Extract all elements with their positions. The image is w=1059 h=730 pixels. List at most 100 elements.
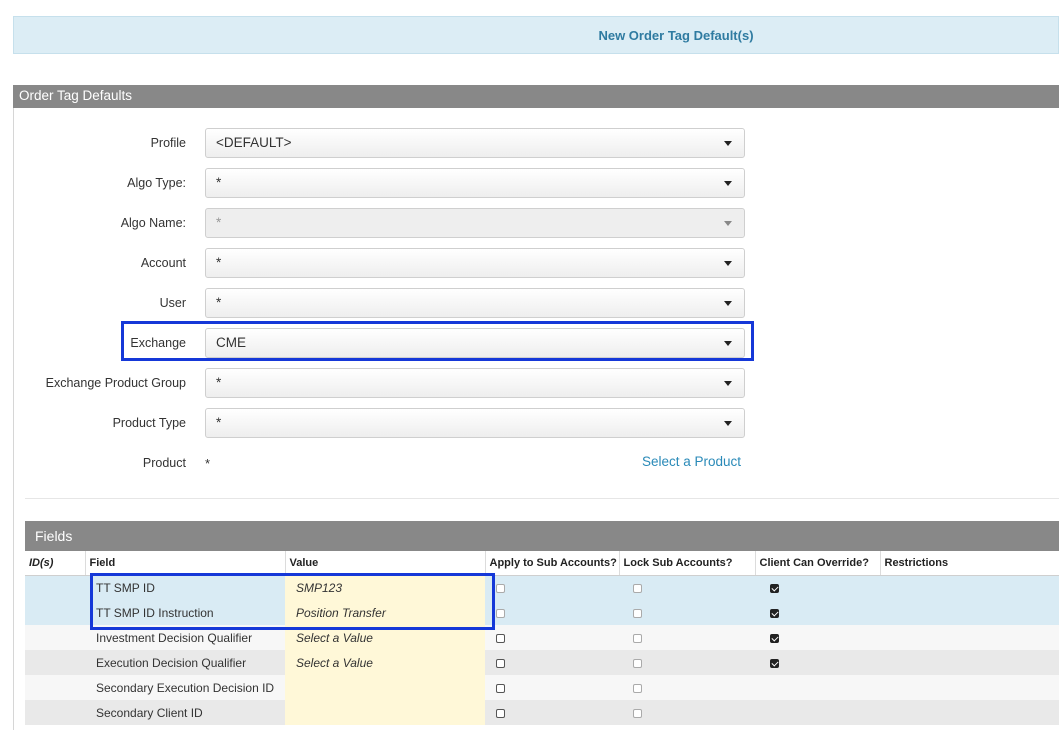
column-header-client-override[interactable]: Client Can Override? xyxy=(755,551,881,576)
fields-header: Fields xyxy=(25,521,1059,551)
ids-cell xyxy=(25,625,85,650)
field-cell: TT SMP ID xyxy=(85,575,285,600)
algo-name-value: * xyxy=(216,215,222,230)
algo-name-select: * xyxy=(205,208,745,238)
user-row: User * xyxy=(14,288,774,318)
client-override-cell xyxy=(755,675,880,700)
product-row: Product * Select a Product xyxy=(14,448,774,478)
lock-sub-checkbox[interactable] xyxy=(633,658,642,668)
ids-cell xyxy=(25,600,85,625)
table-row[interactable]: Secondary Execution Decision ID xyxy=(25,675,1059,700)
algo-type-row: Algo Type: * xyxy=(14,168,774,198)
chevron-down-icon xyxy=(724,261,732,266)
restrictions-cell xyxy=(880,675,1059,700)
value-cell[interactable] xyxy=(285,700,485,725)
product-label: Product xyxy=(142,456,186,470)
column-header-lock-sub[interactable]: Lock Sub Accounts? xyxy=(619,551,756,576)
algo-name-label: Algo Name: xyxy=(120,216,186,230)
field-cell: Execution Decision Qualifier xyxy=(85,650,285,675)
client-override-checkbox[interactable] xyxy=(770,658,779,668)
lock-sub-cell xyxy=(619,700,755,725)
lock-sub-cell xyxy=(619,675,755,700)
exchange-product-group-select[interactable]: * xyxy=(205,368,745,398)
lock-sub-cell xyxy=(619,575,755,600)
ids-cell xyxy=(25,700,85,725)
client-override-checkbox[interactable] xyxy=(770,584,779,594)
apply-sub-checkbox[interactable] xyxy=(496,608,505,618)
restrictions-cell xyxy=(880,625,1059,650)
chevron-down-icon xyxy=(724,221,732,226)
field-cell: Secondary Client ID xyxy=(85,700,285,725)
restrictions-cell xyxy=(880,700,1059,725)
product-type-value: * xyxy=(216,415,222,430)
select-product-link[interactable]: Select a Product xyxy=(642,454,741,469)
exchange-product-group-label: Exchange Product Group xyxy=(45,376,186,390)
table-header-row: ID(s) Field Value Apply to Sub Accounts?… xyxy=(25,551,1059,576)
lock-sub-checkbox[interactable] xyxy=(633,708,642,718)
table-row[interactable]: TT SMP ID SMP123 xyxy=(25,575,1059,600)
exchange-value: CME xyxy=(216,335,246,350)
fields-table: ID(s) Field Value Apply to Sub Accounts?… xyxy=(25,551,1059,725)
exchange-label: Exchange xyxy=(130,336,186,350)
client-override-cell xyxy=(755,650,880,675)
column-header-ids[interactable]: ID(s) xyxy=(25,551,86,576)
value-cell[interactable] xyxy=(285,675,485,700)
chevron-down-icon xyxy=(724,381,732,386)
account-select[interactable]: * xyxy=(205,248,745,278)
exchange-product-group-value: * xyxy=(216,375,222,390)
apply-sub-checkbox[interactable] xyxy=(496,633,505,643)
profile-label: Profile xyxy=(150,136,186,150)
product-type-select[interactable]: * xyxy=(205,408,745,438)
field-cell: TT SMP ID Instruction xyxy=(85,600,285,625)
table-row[interactable]: Secondary Client ID xyxy=(25,700,1059,725)
table-row[interactable]: Execution Decision Qualifier Select a Val… xyxy=(25,650,1059,675)
ids-cell xyxy=(25,575,85,600)
lock-sub-cell xyxy=(619,625,755,650)
exchange-product-group-row: Exchange Product Group * xyxy=(14,368,774,398)
product-type-row: Product Type * xyxy=(14,408,774,438)
client-override-checkbox[interactable] xyxy=(770,633,779,643)
value-cell[interactable]: SMP123 xyxy=(285,575,485,600)
account-row: Account * xyxy=(14,248,774,278)
account-label: Account xyxy=(140,256,186,270)
algo-type-select[interactable]: * xyxy=(205,168,745,198)
user-value: * xyxy=(216,295,222,310)
profile-select[interactable]: <DEFAULT> xyxy=(205,128,745,158)
column-header-value[interactable]: Value xyxy=(285,551,486,576)
client-override-cell xyxy=(755,700,880,725)
client-override-checkbox[interactable] xyxy=(770,608,779,618)
table-row[interactable]: Investment Decision Qualifier Select a Va… xyxy=(25,625,1059,650)
client-override-cell xyxy=(755,600,880,625)
lock-sub-cell xyxy=(619,600,755,625)
lock-sub-checkbox[interactable] xyxy=(633,633,642,643)
field-cell: Investment Decision Qualifier xyxy=(85,625,285,650)
value-cell[interactable]: Select a Value xyxy=(285,650,485,675)
apply-sub-cell xyxy=(485,675,619,700)
apply-sub-checkbox[interactable] xyxy=(496,708,505,718)
lock-sub-checkbox[interactable] xyxy=(633,683,642,693)
column-header-apply-sub[interactable]: Apply to Sub Accounts? xyxy=(485,551,620,576)
algo-type-label: Algo Type: xyxy=(127,176,186,190)
table-row[interactable]: TT SMP ID Instruction Position Transfer xyxy=(25,600,1059,625)
restrictions-cell xyxy=(880,600,1059,625)
value-cell[interactable]: Select a Value xyxy=(285,625,485,650)
column-header-restrictions[interactable]: Restrictions xyxy=(880,551,1059,576)
apply-sub-checkbox[interactable] xyxy=(496,683,505,693)
lock-sub-checkbox[interactable] xyxy=(633,584,642,594)
apply-sub-checkbox[interactable] xyxy=(496,658,505,668)
restrictions-cell xyxy=(880,650,1059,675)
page-title: New Order Tag Default(s) xyxy=(598,27,754,43)
ids-cell xyxy=(25,650,85,675)
apply-sub-cell xyxy=(485,600,619,625)
user-select[interactable]: * xyxy=(205,288,745,318)
column-header-field[interactable]: Field xyxy=(85,551,286,576)
account-value: * xyxy=(216,255,222,270)
chevron-down-icon xyxy=(724,421,732,426)
value-cell[interactable]: Position Transfer xyxy=(285,600,485,625)
apply-sub-checkbox[interactable] xyxy=(496,584,505,594)
apply-sub-cell xyxy=(485,700,619,725)
chevron-down-icon xyxy=(724,141,732,146)
profile-value: <DEFAULT> xyxy=(216,135,292,150)
exchange-select[interactable]: CME xyxy=(205,328,745,358)
lock-sub-checkbox[interactable] xyxy=(633,608,642,618)
